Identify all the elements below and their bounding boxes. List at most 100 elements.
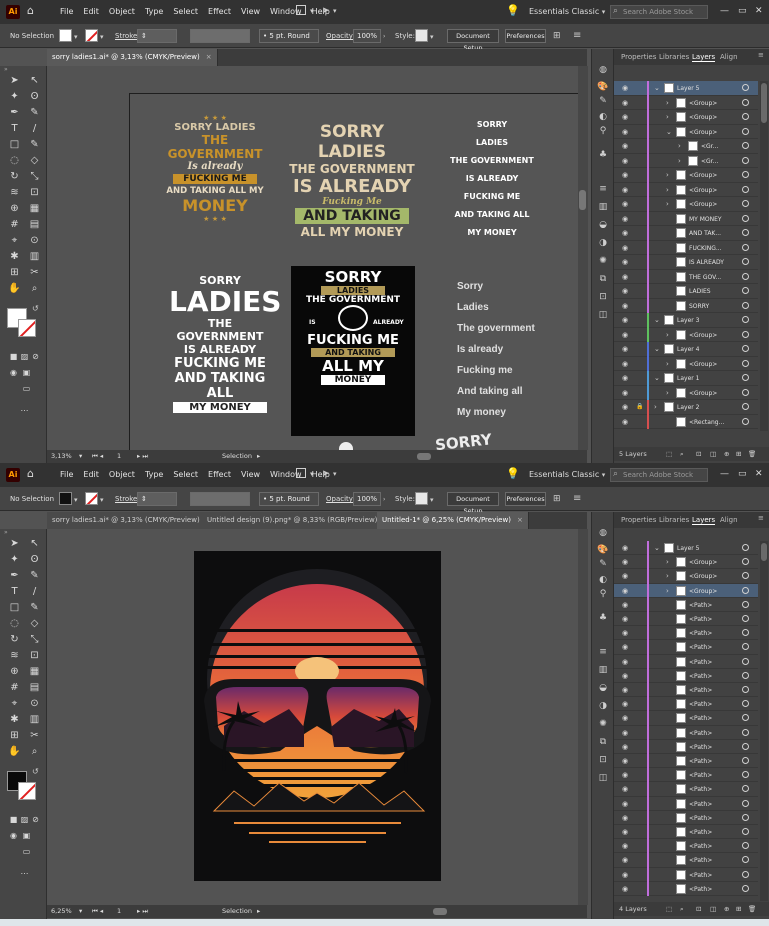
target-circle-icon[interactable] <box>742 113 749 120</box>
visibility-eye-icon[interactable]: ◉ <box>622 273 630 280</box>
lightbulb-icon[interactable]: 💡 <box>506 4 520 17</box>
links-icon[interactable]: ⚲ <box>597 125 609 137</box>
minimize-icon[interactable]: — <box>720 6 729 16</box>
layer-name[interactable]: <Path> <box>689 872 712 879</box>
layer-name[interactable]: <Path> <box>689 616 712 623</box>
twirl-chevron-icon[interactable]: ⌄ <box>654 316 660 324</box>
layer-name[interactable]: IS ALREADY <box>689 259 724 266</box>
visibility-eye-icon[interactable]: ◉ <box>622 587 630 594</box>
layer-row[interactable]: ◉ <Path> <box>614 782 758 797</box>
rotate-tool-icon[interactable]: ↻ <box>8 633 21 646</box>
chevron-right-icon[interactable]: › <box>383 496 385 503</box>
tab-libraries[interactable]: Libraries <box>659 53 689 61</box>
free-transform-icon[interactable]: ⊡ <box>28 649 41 662</box>
chevron-down-icon[interactable]: ▾ <box>74 496 78 504</box>
workspace-switcher[interactable]: Essentials Classic ▾ <box>529 7 605 16</box>
slice-tool-icon[interactable]: ✂ <box>28 729 41 742</box>
preferences-button[interactable]: Preferences <box>505 492 546 506</box>
chevron-down-icon[interactable]: ▾ <box>100 33 104 41</box>
tab-libraries[interactable]: Libraries <box>659 516 689 524</box>
layer-row[interactable]: ◉ <Path> <box>614 739 758 754</box>
layer-row[interactable]: ◉ <Path> <box>614 612 758 627</box>
target-circle-icon[interactable] <box>742 243 749 251</box>
layer-row[interactable]: ◉ <Path> <box>614 697 758 712</box>
layers-scrollbar[interactable] <box>760 541 768 901</box>
artboard-sunset-artwork[interactable] <box>194 551 441 881</box>
layer-row[interactable]: ◉ <Path> <box>614 626 758 641</box>
none-mode-icon[interactable]: ⊘ <box>29 350 42 363</box>
design-sorry-ladies-3[interactable]: SORRY LADIES THE GOVERNMENT IS ALREADY F… <box>442 116 542 246</box>
layer-name[interactable]: <Path> <box>689 886 712 893</box>
target-circle-icon[interactable] <box>742 785 749 793</box>
layer-row[interactable]: ◉ ⌄ Layer 3 <box>614 313 758 328</box>
visibility-eye-icon[interactable]: ◉ <box>622 215 630 222</box>
target-circle-icon[interactable] <box>742 84 749 91</box>
layer-name[interactable]: <Path> <box>689 829 712 836</box>
chevron-down-icon[interactable]: ▾ <box>310 7 314 15</box>
target-circle-icon[interactable] <box>742 686 749 693</box>
appearance-icon[interactable]: ◑ <box>597 237 609 249</box>
line-tool-icon[interactable]: / <box>28 585 41 598</box>
curvature-tool-icon[interactable]: ✎ <box>28 569 41 582</box>
tab-layers[interactable]: Layers <box>692 516 716 525</box>
visibility-eye-icon[interactable]: ◉ <box>622 230 630 237</box>
chevron-down-icon[interactable]: ▾ <box>333 470 337 478</box>
target-circle-icon[interactable] <box>742 258 749 265</box>
target-circle-icon[interactable] <box>742 615 749 622</box>
change-screen-mode-icon[interactable]: ▭ <box>20 382 33 395</box>
width-tool-icon[interactable]: ≋ <box>8 649 21 662</box>
twirl-chevron-icon[interactable]: ⌄ <box>654 84 660 92</box>
target-circle-icon[interactable] <box>742 200 749 207</box>
twirl-chevron-icon[interactable]: › <box>666 360 669 368</box>
menu-file[interactable]: File <box>55 470 78 479</box>
target-circle-icon[interactable] <box>742 813 749 821</box>
chevron-down-icon[interactable]: ▾ <box>310 470 314 478</box>
target-circle-icon[interactable] <box>742 771 749 779</box>
brush-field[interactable]: • 5 pt. Round <box>259 492 319 506</box>
layer-name[interactable]: Layer 5 <box>677 545 699 552</box>
menu-select[interactable]: Select <box>168 7 203 16</box>
layer-row[interactable]: ◉ <Path> <box>614 683 758 698</box>
tab-untitled-design[interactable]: Untitled design (9).png* @ 8,33% (RGB/Pr… <box>202 512 396 529</box>
tab-layers[interactable]: Layers <box>692 53 716 62</box>
twirl-chevron-icon[interactable]: › <box>666 572 669 580</box>
artboard-next-icon[interactable]: ▸ ⏭ <box>137 452 148 461</box>
layer-name[interactable]: <Path> <box>689 744 712 751</box>
layer-row[interactable]: ◉ IS ALREADY <box>614 255 758 270</box>
layer-name[interactable]: <Path> <box>689 786 712 793</box>
eyedropper-icon[interactable]: ⌖ <box>8 234 21 247</box>
layer-name[interactable]: <Path> <box>689 630 712 637</box>
layer-row[interactable]: ◉ › <Group> <box>614 555 758 570</box>
chevron-down-icon[interactable]: ▾ <box>79 452 82 460</box>
visibility-eye-icon[interactable]: ◉ <box>622 157 630 164</box>
layer-name[interactable]: <Group> <box>689 332 717 339</box>
target-circle-icon[interactable] <box>742 828 749 835</box>
swap-colors-icon[interactable]: ↺ <box>32 304 39 313</box>
layer-row[interactable]: ◉ <Path> <box>614 768 758 783</box>
artboard-prev-icon[interactable]: ⏮ ◂ <box>92 452 103 461</box>
layer-row[interactable]: ◉ <Path> <box>614 867 758 882</box>
visibility-eye-icon[interactable]: ◉ <box>622 259 630 266</box>
none-mode-icon[interactable]: ⊘ <box>29 813 42 826</box>
target-circle-icon[interactable] <box>742 700 749 708</box>
artboard-number[interactable]: 1 <box>117 452 121 460</box>
target-circle-icon[interactable] <box>742 842 749 850</box>
tab-untitled-1[interactable]: Untitled-1* @ 6,25% (CMYK/Preview) × <box>377 512 529 529</box>
pathfinder-icon[interactable]: ◫ <box>597 309 609 321</box>
layer-row[interactable]: ◉ MY MONEY <box>614 211 758 226</box>
eyedropper-icon[interactable]: ⌖ <box>8 697 21 710</box>
direct-selection-tool-icon[interactable]: ↖ <box>28 537 41 550</box>
clipping-mask-icon[interactable]: ◫ <box>710 905 716 913</box>
target-circle-icon[interactable] <box>742 856 749 864</box>
variable-width-field[interactable] <box>190 492 250 506</box>
fill-swatch[interactable] <box>59 492 72 505</box>
layer-name[interactable]: <Path> <box>689 843 712 850</box>
stroke-swatch[interactable] <box>85 29 98 42</box>
layer-name[interactable]: LADIES <box>689 288 711 295</box>
visibility-eye-icon[interactable]: ◉ <box>622 302 630 309</box>
visibility-eye-icon[interactable]: ◉ <box>622 843 630 850</box>
menu-edit[interactable]: Edit <box>78 470 104 479</box>
screen-mode-icon[interactable]: ▣ <box>20 829 33 842</box>
visibility-eye-icon[interactable]: ◉ <box>622 672 630 679</box>
layer-name[interactable]: Layer 2 <box>677 404 699 411</box>
